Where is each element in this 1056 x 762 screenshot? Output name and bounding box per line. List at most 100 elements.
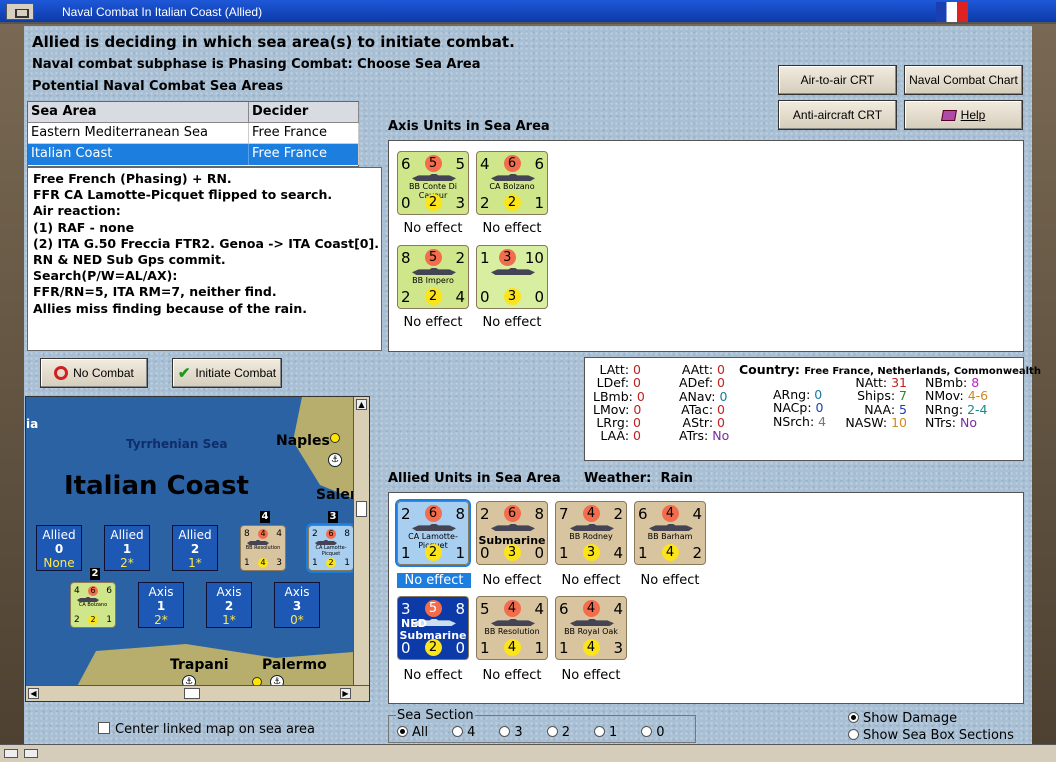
map-horizontal-scrollbar[interactable]: ◀ ▶: [26, 685, 369, 701]
unit-counter[interactable]: 1 3 10 030: [476, 245, 548, 309]
allied-sea-box[interactable]: Allied 1 2*: [104, 525, 150, 571]
sea-section-option-1[interactable]: 1: [593, 725, 617, 740]
axis-sea-box[interactable]: Axis 1 2*: [138, 582, 184, 628]
log-line: FFR CA Lamotte-Picquet flipped to search…: [33, 187, 333, 203]
scroll-up-icon[interactable]: ▲: [356, 399, 367, 410]
stat-br: 0: [455, 639, 465, 657]
sea-section-option-all[interactable]: All: [397, 725, 428, 740]
stat-tl: 4: [480, 155, 490, 173]
stat-br: 4: [455, 288, 465, 306]
unit-counter[interactable]: 268 Submarine 030: [476, 501, 548, 565]
anti-aircraft-crt-button[interactable]: Anti-aircraft CRT: [778, 100, 897, 130]
stat-bl: 0: [401, 194, 411, 212]
unit-counter[interactable]: 466 CA Bolzano 221: [70, 582, 116, 628]
combat-result: No effect: [482, 573, 542, 588]
log-line: Allies miss finding because of the rain.: [33, 300, 307, 316]
stat-tl: 6: [559, 600, 569, 618]
stat-row: NAA: 5: [864, 401, 907, 417]
sea-section-option-3[interactable]: 3: [499, 725, 523, 740]
column-header-decider[interactable]: Decider: [249, 102, 359, 123]
stat-row: AStr: 0: [682, 415, 725, 431]
sea-section-option-4[interactable]: 4: [452, 725, 475, 740]
unit-counter[interactable]: 655 BB Conte Di Cavour 023: [397, 151, 469, 215]
naples-city-icon: [330, 433, 340, 443]
attack-circle: 5: [424, 249, 442, 266]
column-header-sea-area[interactable]: Sea Area: [28, 102, 249, 123]
help-button[interactable]: Help: [904, 100, 1023, 130]
scroll-right-icon[interactable]: ▶: [340, 688, 351, 699]
status-bar: [0, 744, 1056, 762]
attack-circle: 4: [661, 505, 679, 522]
unit-counter[interactable]: 844 BB Resolution 143: [240, 525, 286, 571]
map-vertical-scrollbar[interactable]: ▲: [353, 397, 369, 687]
naval-combat-chart-button[interactable]: Naval Combat Chart: [904, 65, 1023, 95]
area-name-label: Italian Coast: [64, 471, 249, 501]
stat-row: ANav: 0: [679, 388, 728, 404]
scroll-thumb[interactable]: [356, 501, 367, 517]
checkbox-box[interactable]: [98, 722, 110, 734]
attack-circle: 6: [424, 505, 442, 522]
defense-circle: 4: [661, 544, 679, 561]
unit-counter[interactable]: 644 BB Royal Oak 143: [555, 596, 627, 660]
sea-section-option-0[interactable]: 0: [641, 725, 665, 740]
unit-counter[interactable]: 644 BB Barham 142: [634, 501, 706, 565]
unit-counter[interactable]: 268 CA Lamotte-Picquet 121: [395, 499, 471, 567]
system-menu-icon[interactable]: [6, 3, 34, 20]
unit-counter[interactable]: 466 CA Bolzano 221: [476, 151, 548, 215]
unit-counter[interactable]: 268 CA Lamotte-Picquet 121: [306, 523, 356, 573]
allied-sea-box[interactable]: Allied 2 1*: [172, 525, 218, 571]
defense-circle: 2: [424, 544, 442, 561]
axis-units-heading: Axis Units in Sea Area: [388, 119, 550, 134]
stat-bl: 2: [480, 194, 490, 212]
combat-result: No effect: [482, 221, 542, 236]
attack-circle: 6: [88, 586, 98, 596]
show-damage-radio[interactable]: Show Damage: [848, 711, 957, 726]
attack-circle: 4: [582, 505, 600, 522]
stat-bl: 2: [401, 288, 411, 306]
decision-message: Allied is deciding in which sea area(s) …: [32, 33, 515, 51]
ship-silhouette-icon: [570, 524, 614, 531]
center-map-checkbox[interactable]: Center linked map on sea area: [98, 722, 315, 737]
unit-counter[interactable]: 742 BB Rodney 134: [555, 501, 627, 565]
ship-silhouette-icon: [412, 268, 456, 275]
stat-tl: 6: [638, 505, 648, 523]
allied-sea-box[interactable]: Allied 0 None: [36, 525, 82, 571]
stat-bl: 1: [638, 544, 648, 562]
window-title: Naval Combat In Italian Coast (Allied): [62, 5, 263, 19]
stat-tr: 4: [613, 600, 623, 618]
france-flag-icon: [936, 2, 968, 22]
stat-br: 3: [613, 639, 623, 657]
linked-map[interactable]: Tyrrhenian Sea Italian Coast Naples Sale…: [25, 396, 370, 702]
naples-label: Naples: [276, 433, 330, 449]
stat-row: NAtt: 31: [855, 375, 907, 390]
table-row-selected[interactable]: Italian Coast Free France: [28, 144, 359, 165]
defense-circle: 4: [582, 639, 600, 656]
axis-sea-box[interactable]: Axis 2 1*: [206, 582, 252, 628]
stat-tr: 4: [534, 600, 544, 618]
scroll-thumb[interactable]: [184, 688, 200, 699]
defense-circle: 4: [258, 558, 268, 568]
unit-name: BB Resolution: [245, 545, 281, 551]
unit-counter[interactable]: 358 Submarine 0 2 0 NED: [397, 596, 469, 660]
stat-tl: 8: [244, 529, 250, 539]
unit-counter[interactable]: 544 BB Resolution 141: [476, 596, 548, 660]
axis-sea-box[interactable]: Axis 3 0*: [274, 582, 320, 628]
defense-circle: 3: [503, 288, 521, 305]
unit-counter[interactable]: 852 BB Impero 224: [397, 245, 469, 309]
scroll-left-icon[interactable]: ◀: [28, 688, 39, 699]
stat-tl: 1: [480, 249, 490, 267]
air-to-air-crt-button[interactable]: Air-to-air CRT: [778, 65, 897, 95]
stack-count-badge: 2: [90, 568, 100, 580]
stat-br: 1: [455, 544, 465, 562]
decider-cell: Free France: [249, 144, 359, 165]
axis-units-panel: 655 BB Conte Di Cavour 023 No effect 466 C…: [388, 140, 1024, 352]
sea-section-option-2[interactable]: 2: [546, 725, 570, 740]
corner-grip-icon[interactable]: [4, 749, 18, 758]
table-row[interactable]: Eastern Mediterranean Sea Free France: [28, 123, 359, 144]
sea-area-cell: Italian Coast: [28, 144, 249, 165]
initiate-combat-button[interactable]: ✔ Initiate Combat: [172, 358, 282, 388]
no-combat-button[interactable]: No Combat: [40, 358, 148, 388]
palermo-label: Palermo: [262, 657, 327, 673]
corner-grip-icon[interactable]: [24, 749, 38, 758]
show-sections-radio[interactable]: Show Sea Box Sections: [848, 728, 1014, 743]
